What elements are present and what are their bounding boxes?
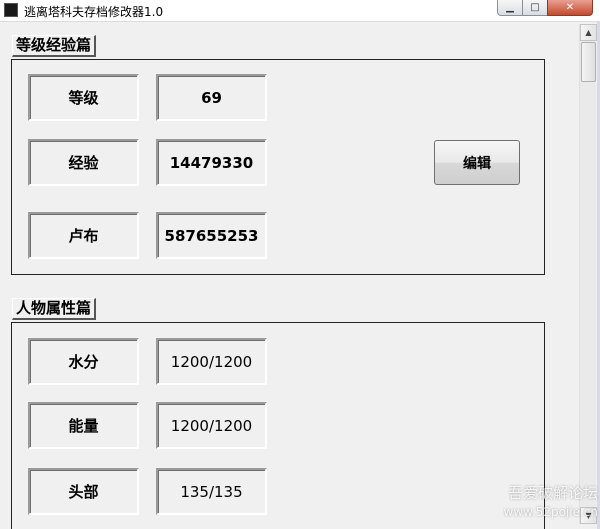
experience-value[interactable]: 14479330 [156,139,267,186]
hydration-label: 水分 [28,338,139,385]
watermark-url: www.52pojie.cn [503,505,598,519]
level-value[interactable]: 69 [156,74,267,121]
scroll-up-arrow-icon[interactable]: ▲ [580,24,597,41]
roubles-value[interactable]: 587655253 [156,212,267,259]
level-section-title: 等级经验篇 [12,35,97,57]
energy-value[interactable]: 1200/1200 [156,402,267,449]
vertical-scrollbar[interactable]: ▲ ▼ [579,24,597,524]
watermark-text: 吾爱破解论坛 [507,484,598,502]
energy-label: 能量 [28,402,139,449]
minimize-button[interactable]: ▁ [497,0,523,16]
experience-label: 经验 [28,139,139,186]
close-button[interactable]: ✕ [547,0,593,16]
title-bar: 逃离塔科夫存档修改器1.0 ▁ □ ✕ [0,0,600,22]
maximize-button[interactable]: □ [522,0,548,16]
window-title: 逃离塔科夫存档修改器1.0 [24,5,164,19]
edit-button[interactable]: 编辑 [434,140,520,185]
head-label: 头部 [28,468,139,515]
level-label: 等级 [28,74,139,121]
scroll-thumb[interactable] [581,42,596,82]
hydration-value[interactable]: 1200/1200 [156,338,267,385]
attr-section-title: 人物属性篇 [12,298,97,320]
roubles-label: 卢布 [28,212,139,259]
head-value[interactable]: 135/135 [156,468,267,515]
watermark: 吾爱破解论坛 www.52pojie.cn [478,482,598,519]
app-icon [4,3,18,17]
